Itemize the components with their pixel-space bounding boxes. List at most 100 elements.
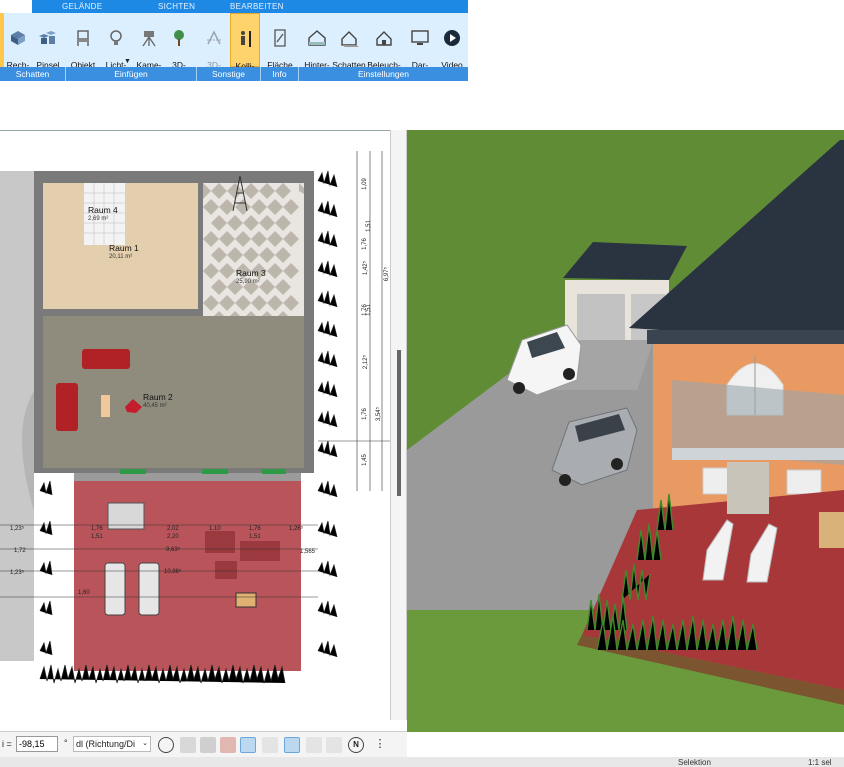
3d-view[interactable] (407, 130, 844, 732)
section-cut-icon (207, 30, 221, 45)
dim-bottom: 1,51 (249, 534, 261, 540)
group-schatten: Schatten (0, 67, 66, 81)
table-furniture[interactable] (101, 395, 110, 417)
status-bar: Selektion 1:1 sel (0, 757, 844, 767)
floor-plan-canvas[interactable] (0, 131, 390, 726)
dim-bottom: 1,23⁵ (10, 526, 25, 532)
dim-right: 2,12⁵ (363, 354, 370, 370)
dim-bottom: 1,76 (91, 526, 103, 532)
group-einstellungen: Einstellungen (357, 69, 410, 79)
dim-right: 1,76 (361, 408, 368, 420)
dim-bottom: 2,02 (167, 526, 179, 532)
play-icon (444, 30, 460, 46)
room-2-area: 40,45 m² (143, 403, 167, 409)
group-info: Info (261, 67, 299, 81)
dim-right: 3,54⁵ (376, 406, 383, 422)
kollision-button[interactable]: Kolli- sion (230, 13, 260, 82)
house-light-icon (376, 31, 392, 46)
room-3-label: Raum 3 (236, 268, 266, 278)
angle-unit: ° (64, 738, 68, 748)
house-shadow-icon (341, 31, 359, 47)
hintergrund-button[interactable]: Hinter- grund (300, 13, 334, 81)
lichtquelle-dropdown-icon[interactable]: ▼ (124, 58, 131, 65)
layers-icon[interactable] (220, 737, 236, 753)
room-1-area: 20,11 m² (109, 254, 133, 260)
angle-input[interactable] (16, 736, 58, 752)
schatten-button[interactable]: Schatten (332, 13, 366, 70)
room-4-area: 2,69 m² (88, 216, 109, 222)
dim-bottom: 1,23⁵ (10, 570, 25, 576)
dim-bottom: 10,86⁵ (164, 569, 182, 575)
dim-right: 1,45 (361, 454, 368, 466)
kamera-button[interactable]: Kame- ra (134, 13, 164, 81)
dim-bottom: 1,60 (78, 590, 90, 596)
dim-bottom: 1,76 (249, 526, 261, 532)
lounge-chair[interactable] (727, 462, 769, 514)
direction-select[interactable]: dl (Richtung/Di ⌄ (73, 736, 151, 752)
floor-plan-view[interactable]: Raum 4 2,69 m² Raum 1 20,11 m² Raum 3 25… (0, 130, 390, 726)
chevron-down-icon: ⌄ (142, 740, 148, 747)
beleuchtung-button[interactable]: Beleuch- tung (366, 13, 402, 81)
tree-icon (174, 30, 184, 46)
dim-bottom: 1,51 (91, 534, 103, 540)
house-background-icon (308, 30, 326, 46)
connect-icon[interactable] (262, 737, 278, 753)
dim-bottom: 1,565 (300, 549, 316, 555)
tab-gelaende[interactable]: GELÄNDE (62, 2, 102, 11)
dim-right: 1,42⁵ (363, 260, 370, 276)
room-3-area: 25,90 m² (236, 279, 260, 285)
ribbon-tab-bar: GELÄNDE SICHTEN BEARBEITEN (0, 0, 844, 13)
north-icon[interactable]: N (348, 737, 364, 753)
ribbon-group-bar: Schatten Einfügen Sonstige Info Einstell… (0, 67, 468, 81)
objekt-button[interactable]: Objekt (68, 13, 98, 70)
lightbulb-icon (110, 30, 122, 45)
garden-chair-3d[interactable] (819, 512, 844, 548)
schnitt3d-button[interactable]: 3D- Schnitt (199, 13, 229, 81)
dim-right: 1,51 (365, 220, 372, 232)
dim-right: 1,51 (365, 304, 372, 316)
splitter-handle[interactable] (397, 350, 401, 496)
flaeche-button[interactable]: Fläche (264, 13, 296, 70)
bottom-toolbar: i = ° dl (Richtung/Di ⌄ N ⋮ (0, 731, 407, 757)
bitmap3d-button[interactable]: 3D- Bitmap (164, 13, 194, 81)
room-2-floor (43, 316, 304, 468)
status-scale: 1:1 sel (808, 758, 832, 767)
snap-icon[interactable] (240, 737, 256, 753)
garden-chair[interactable] (235, 592, 257, 608)
hatch-icon[interactable] (306, 737, 322, 753)
camera-tripod-icon (142, 31, 156, 47)
tab-sichten[interactable]: SICHTEN (158, 2, 195, 11)
tab-bearbeiten[interactable]: BEARBEITEN (230, 2, 284, 11)
armchair-furniture[interactable] (56, 383, 78, 431)
rechnen-button[interactable]: Rech- nen (4, 13, 32, 81)
room-4-label: Raum 4 (88, 205, 118, 215)
view-splitter[interactable] (390, 130, 407, 720)
chair-icon (77, 30, 89, 46)
pinsel-button[interactable]: Pinsel (33, 13, 63, 70)
layer-stack-icon[interactable] (284, 737, 300, 753)
sofa-furniture[interactable] (82, 349, 130, 369)
status-mode: Selektion (678, 758, 711, 767)
room-1-label: Raum 1 (109, 243, 139, 253)
room-2-label: Raum 2 (143, 392, 173, 402)
3d-scene[interactable] (407, 130, 844, 732)
clock-icon[interactable] (158, 737, 174, 753)
cubes-icon (39, 31, 56, 44)
group-sonstige: Sonstige (197, 67, 261, 81)
grid-icon[interactable] (326, 737, 342, 753)
printer-icon[interactable] (200, 737, 216, 753)
monitor-view-icon[interactable] (180, 737, 196, 753)
dim-bottom: 1,26⁵ (289, 526, 304, 532)
dim-bottom: 1,10 (209, 526, 221, 532)
dim-bottom: 2,20 (167, 534, 179, 540)
dim-right: 1,09 (361, 178, 368, 190)
dim-bottom: 1,72 (14, 548, 26, 554)
person-collision-icon (241, 31, 251, 47)
more-options-icon[interactable]: ⋮ (372, 737, 388, 753)
monitor-icon (411, 30, 429, 45)
dim-bottom: 9,63⁵ (166, 547, 181, 553)
darstellung-button[interactable]: Dar- stellung (404, 13, 436, 81)
video-button[interactable]: Video (437, 13, 467, 70)
angle-label: i = (2, 739, 12, 749)
cube-icon (11, 31, 25, 45)
